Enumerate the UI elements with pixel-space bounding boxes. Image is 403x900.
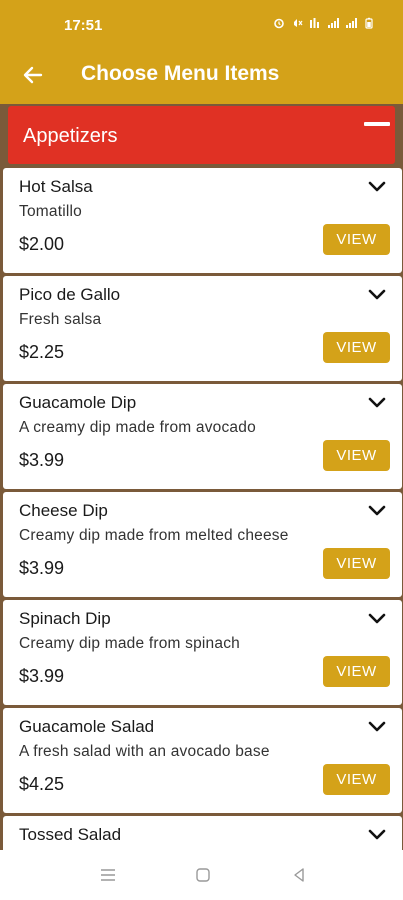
item-name: Spinach Dip bbox=[19, 609, 111, 628]
item-price: $3.99 bbox=[19, 666, 65, 686]
menu-item-card[interactable]: Guacamole Dip A creamy dip made from avo… bbox=[3, 384, 402, 489]
expand-button[interactable] bbox=[366, 719, 388, 735]
section-header-appetizers[interactable]: Appetizers bbox=[8, 106, 395, 164]
home-button[interactable] bbox=[192, 864, 214, 886]
expand-button[interactable] bbox=[366, 287, 388, 303]
status-icons bbox=[273, 17, 375, 29]
item-description: A fresh salad with an avocado base bbox=[19, 743, 270, 760]
home-square-icon bbox=[196, 868, 210, 882]
menu-item-card[interactable]: Tossed Salad bbox=[3, 816, 402, 850]
view-button[interactable]: VIEW bbox=[323, 656, 390, 687]
menu-item-card[interactable]: Spinach Dip Creamy dip made from spinach… bbox=[3, 600, 402, 705]
item-name: Tossed Salad bbox=[19, 825, 122, 844]
item-description: Tomatillo bbox=[19, 203, 82, 220]
expand-button[interactable] bbox=[366, 611, 388, 627]
item-list: Hot Salsa Tomatillo $2.00 VIEW Pico de G… bbox=[3, 168, 402, 850]
chevron-down-icon bbox=[368, 397, 386, 408]
expand-button[interactable] bbox=[366, 179, 388, 195]
item-description: Creamy dip made from melted cheese bbox=[19, 527, 289, 544]
status-bar: 17:51 bbox=[0, 0, 403, 52]
page-title: Choose Menu Items bbox=[81, 62, 280, 85]
menu-icon bbox=[101, 869, 115, 881]
item-description: Fresh salsa bbox=[19, 311, 102, 328]
item-name: Hot Salsa bbox=[19, 177, 93, 196]
recent-apps-button[interactable] bbox=[97, 864, 119, 886]
chevron-down-icon bbox=[368, 721, 386, 732]
back-nav-button[interactable] bbox=[288, 864, 310, 886]
view-button[interactable]: VIEW bbox=[323, 332, 390, 363]
chevron-down-icon bbox=[368, 181, 386, 192]
chevron-down-icon bbox=[368, 289, 386, 300]
signal-strength-2-icon bbox=[346, 18, 357, 28]
item-name: Pico de Gallo bbox=[19, 285, 121, 304]
view-button[interactable]: VIEW bbox=[323, 440, 390, 471]
menu-item-card[interactable]: Cheese Dip Creamy dip made from melted c… bbox=[3, 492, 402, 597]
view-button[interactable]: VIEW bbox=[323, 764, 390, 795]
menu-item-card[interactable]: Pico de Gallo Fresh salsa $2.25 VIEW bbox=[3, 276, 402, 381]
chevron-down-icon bbox=[368, 505, 386, 516]
item-name: Guacamole Salad bbox=[19, 717, 155, 736]
item-price: $4.25 bbox=[19, 774, 65, 794]
back-triangle-icon bbox=[294, 868, 304, 882]
menu-item-card[interactable]: Hot Salsa Tomatillo $2.00 VIEW bbox=[3, 168, 402, 273]
expand-button[interactable] bbox=[366, 503, 388, 519]
section-title: Appetizers bbox=[23, 125, 118, 147]
item-name: Guacamole Dip bbox=[19, 393, 137, 412]
status-time: 17:51 bbox=[64, 17, 103, 34]
menu-content[interactable]: Appetizers Hot Salsa Tomatillo $2.00 VIE… bbox=[0, 104, 403, 850]
arrow-left-icon bbox=[23, 66, 43, 84]
item-price: $3.99 bbox=[19, 558, 65, 578]
signal-icon bbox=[310, 18, 319, 28]
collapse-minus-icon[interactable] bbox=[364, 122, 390, 126]
item-price: $3.99 bbox=[19, 450, 65, 470]
app-bar: Choose Menu Items bbox=[0, 52, 403, 100]
signal-strength-icon bbox=[328, 18, 339, 28]
item-description: A creamy dip made from avocado bbox=[19, 419, 256, 436]
mute-icon bbox=[294, 19, 303, 27]
item-price: $2.25 bbox=[19, 342, 65, 362]
back-button[interactable] bbox=[18, 60, 48, 90]
item-name: Cheese Dip bbox=[19, 501, 108, 520]
view-button[interactable]: VIEW bbox=[323, 548, 390, 579]
chevron-down-icon bbox=[368, 613, 386, 624]
expand-button[interactable] bbox=[366, 395, 388, 411]
expand-button[interactable] bbox=[366, 827, 388, 843]
item-price: $2.00 bbox=[19, 234, 65, 254]
view-button[interactable]: VIEW bbox=[323, 224, 390, 255]
chevron-down-icon bbox=[368, 829, 386, 840]
alarm-icon bbox=[274, 18, 284, 29]
top-bar: 17:51 Choose Menu Items bbox=[0, 0, 403, 104]
item-description: Creamy dip made from spinach bbox=[19, 635, 240, 652]
battery-icon bbox=[365, 17, 373, 29]
system-nav-bar bbox=[0, 850, 403, 900]
menu-item-card[interactable]: Guacamole Salad A fresh salad with an av… bbox=[3, 708, 402, 813]
